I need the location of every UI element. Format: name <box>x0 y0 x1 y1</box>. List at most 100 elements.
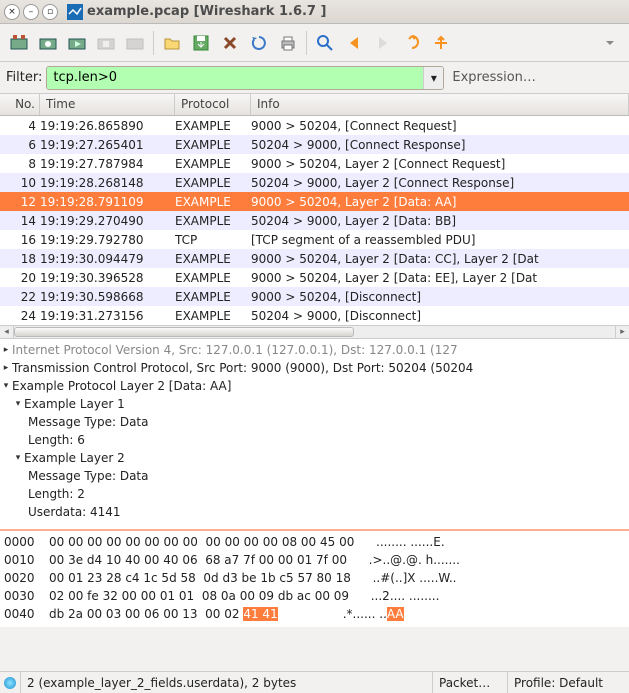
collapse-icon[interactable]: ▾ <box>0 381 12 391</box>
close-file-icon[interactable] <box>217 30 243 56</box>
cell-info: 9000 > 50204, Layer 2 [Data: CC], Layer … <box>251 252 629 266</box>
tree-leaf[interactable]: Message Type: Data <box>0 413 629 431</box>
tree-node[interactable]: ▾Example Layer 1 <box>0 395 629 413</box>
find-icon[interactable] <box>312 30 338 56</box>
status-packets[interactable]: Packet… <box>432 672 507 693</box>
expand-icon[interactable]: ▸ <box>0 345 12 355</box>
table-row[interactable]: 1619:19:29.792780TCP[TCP segment of a re… <box>0 230 629 249</box>
tree-node[interactable]: ▸Transmission Control Protocol, Src Port… <box>0 359 629 377</box>
tree-leaf[interactable]: Userdata: 4141 <box>0 503 629 521</box>
statusbar: 2 (example_layer_2_fields.userdata), 2 b… <box>0 671 629 693</box>
separator <box>306 31 307 55</box>
col-no[interactable]: No. <box>0 94 40 115</box>
cell-info: 9000 > 50204, Layer 2 [Connect Request] <box>251 157 629 171</box>
filter-combo: ▾ <box>46 66 444 90</box>
open-icon[interactable] <box>159 30 185 56</box>
tree-node[interactable]: ▾Example Protocol Layer 2 [Data: AA] <box>0 377 629 395</box>
window-title: example.pcap [Wireshark 1.6.7 ] <box>87 4 326 19</box>
selected-ascii: AA <box>387 607 404 621</box>
cell-info: 50204 > 9000, Layer 2 [Data: BB] <box>251 214 629 228</box>
cell-info: 9000 > 50204, Layer 2 [Data: EE], Layer … <box>251 271 629 285</box>
table-row[interactable]: 1019:19:28.268148EXAMPLE50204 > 9000, La… <box>0 173 629 192</box>
table-row[interactable]: 1819:19:30.094479EXAMPLE9000 > 50204, La… <box>0 249 629 268</box>
stop-capture-icon[interactable] <box>93 30 119 56</box>
cell-info: [TCP segment of a reassembled PDU] <box>251 233 629 247</box>
table-row[interactable]: 1419:19:29.270490EXAMPLE50204 > 9000, La… <box>0 211 629 230</box>
menu-overflow-icon[interactable] <box>597 30 623 56</box>
titlebar: × – ▫ example.pcap [Wireshark 1.6.7 ] <box>0 0 629 24</box>
cell-protocol: EXAMPLE <box>175 157 251 171</box>
table-row[interactable]: 2419:19:31.273156EXAMPLE50204 > 9000, [D… <box>0 306 629 325</box>
table-row[interactable]: 2019:19:30.396528EXAMPLE9000 > 50204, La… <box>0 268 629 287</box>
app-icon <box>67 4 83 20</box>
reload-icon[interactable] <box>246 30 272 56</box>
expand-icon[interactable]: ▸ <box>0 363 12 373</box>
cell-time: 19:19:30.396528 <box>40 271 175 285</box>
cell-no: 22 <box>0 290 40 304</box>
packet-bytes[interactable]: 0000 00 00 00 00 00 00 00 00 00 00 00 00… <box>0 531 629 627</box>
filter-bar: Filter: ▾ Expression… <box>0 62 629 94</box>
tree-node[interactable]: ▾Example Layer 2 <box>0 449 629 467</box>
cell-protocol: EXAMPLE <box>175 176 251 190</box>
packet-details[interactable]: ▸Internet Protocol Version 4, Src: 127.0… <box>0 339 629 529</box>
scroll-left-icon[interactable]: ◂ <box>0 326 14 338</box>
close-icon[interactable]: × <box>4 4 20 20</box>
forward-icon[interactable] <box>370 30 396 56</box>
col-time[interactable]: Time <box>40 94 175 115</box>
cell-protocol: EXAMPLE <box>175 271 251 285</box>
cell-protocol: EXAMPLE <box>175 309 251 323</box>
interfaces-icon[interactable] <box>6 30 32 56</box>
cell-time: 19:19:27.265401 <box>40 138 175 152</box>
scroll-right-icon[interactable]: ▸ <box>615 326 629 338</box>
cell-no: 4 <box>0 119 40 133</box>
collapse-icon[interactable]: ▾ <box>12 399 24 409</box>
cell-time: 19:19:27.787984 <box>40 157 175 171</box>
packet-list[interactable]: 419:19:26.865890EXAMPLE9000 > 50204, [Co… <box>0 116 629 325</box>
cell-info: 9000 > 50204, [Connect Request] <box>251 119 629 133</box>
cell-time: 19:19:30.094479 <box>40 252 175 266</box>
cell-no: 24 <box>0 309 40 323</box>
cell-info: 50204 > 9000, [Connect Response] <box>251 138 629 152</box>
table-row[interactable]: 419:19:26.865890EXAMPLE9000 > 50204, [Co… <box>0 116 629 135</box>
cell-no: 8 <box>0 157 40 171</box>
options-icon[interactable] <box>35 30 61 56</box>
table-row[interactable]: 619:19:27.265401EXAMPLE50204 > 9000, [Co… <box>0 135 629 154</box>
expression-button[interactable]: Expression… <box>452 70 536 85</box>
cell-time: 19:19:28.791109 <box>40 195 175 209</box>
table-row[interactable]: 819:19:27.787984EXAMPLE9000 > 50204, Lay… <box>0 154 629 173</box>
tree-leaf[interactable]: Length: 6 <box>0 431 629 449</box>
cell-time: 19:19:31.273156 <box>40 309 175 323</box>
cell-time: 19:19:29.270490 <box>40 214 175 228</box>
goto-first-icon[interactable] <box>428 30 454 56</box>
restart-capture-icon[interactable] <box>122 30 148 56</box>
cell-time: 19:19:26.865890 <box>40 119 175 133</box>
back-icon[interactable] <box>341 30 367 56</box>
jump-icon[interactable] <box>399 30 425 56</box>
filter-dropdown-icon[interactable]: ▾ <box>423 67 443 89</box>
col-protocol[interactable]: Protocol <box>175 94 251 115</box>
status-profile[interactable]: Profile: Default <box>507 672 625 693</box>
start-capture-icon[interactable] <box>64 30 90 56</box>
save-icon[interactable] <box>188 30 214 56</box>
cell-info: 50204 > 9000, [Disconnect] <box>251 309 629 323</box>
collapse-icon[interactable]: ▾ <box>12 453 24 463</box>
filter-input[interactable] <box>47 67 423 89</box>
cell-time: 19:19:29.792780 <box>40 233 175 247</box>
table-row[interactable]: 1219:19:28.791109EXAMPLE9000 > 50204, La… <box>0 192 629 211</box>
cell-info: 9000 > 50204, [Disconnect] <box>251 290 629 304</box>
cell-protocol: EXAMPLE <box>175 119 251 133</box>
scroll-thumb[interactable] <box>14 327 354 337</box>
tree-node[interactable]: ▸Internet Protocol Version 4, Src: 127.0… <box>0 341 629 359</box>
expert-info-icon[interactable] <box>4 677 16 689</box>
maximize-icon[interactable]: ▫ <box>42 4 58 20</box>
tree-leaf[interactable]: Message Type: Data <box>0 467 629 485</box>
table-row[interactable]: 2219:19:30.598668EXAMPLE9000 > 50204, [D… <box>0 287 629 306</box>
cell-protocol: EXAMPLE <box>175 290 251 304</box>
print-icon[interactable] <box>275 30 301 56</box>
packet-list-scrollbar[interactable]: ◂ ▸ <box>0 325 629 339</box>
minimize-icon[interactable]: – <box>23 4 39 20</box>
tree-leaf[interactable]: Length: 2 <box>0 485 629 503</box>
col-info[interactable]: Info <box>251 94 629 115</box>
cell-no: 10 <box>0 176 40 190</box>
cell-no: 12 <box>0 195 40 209</box>
